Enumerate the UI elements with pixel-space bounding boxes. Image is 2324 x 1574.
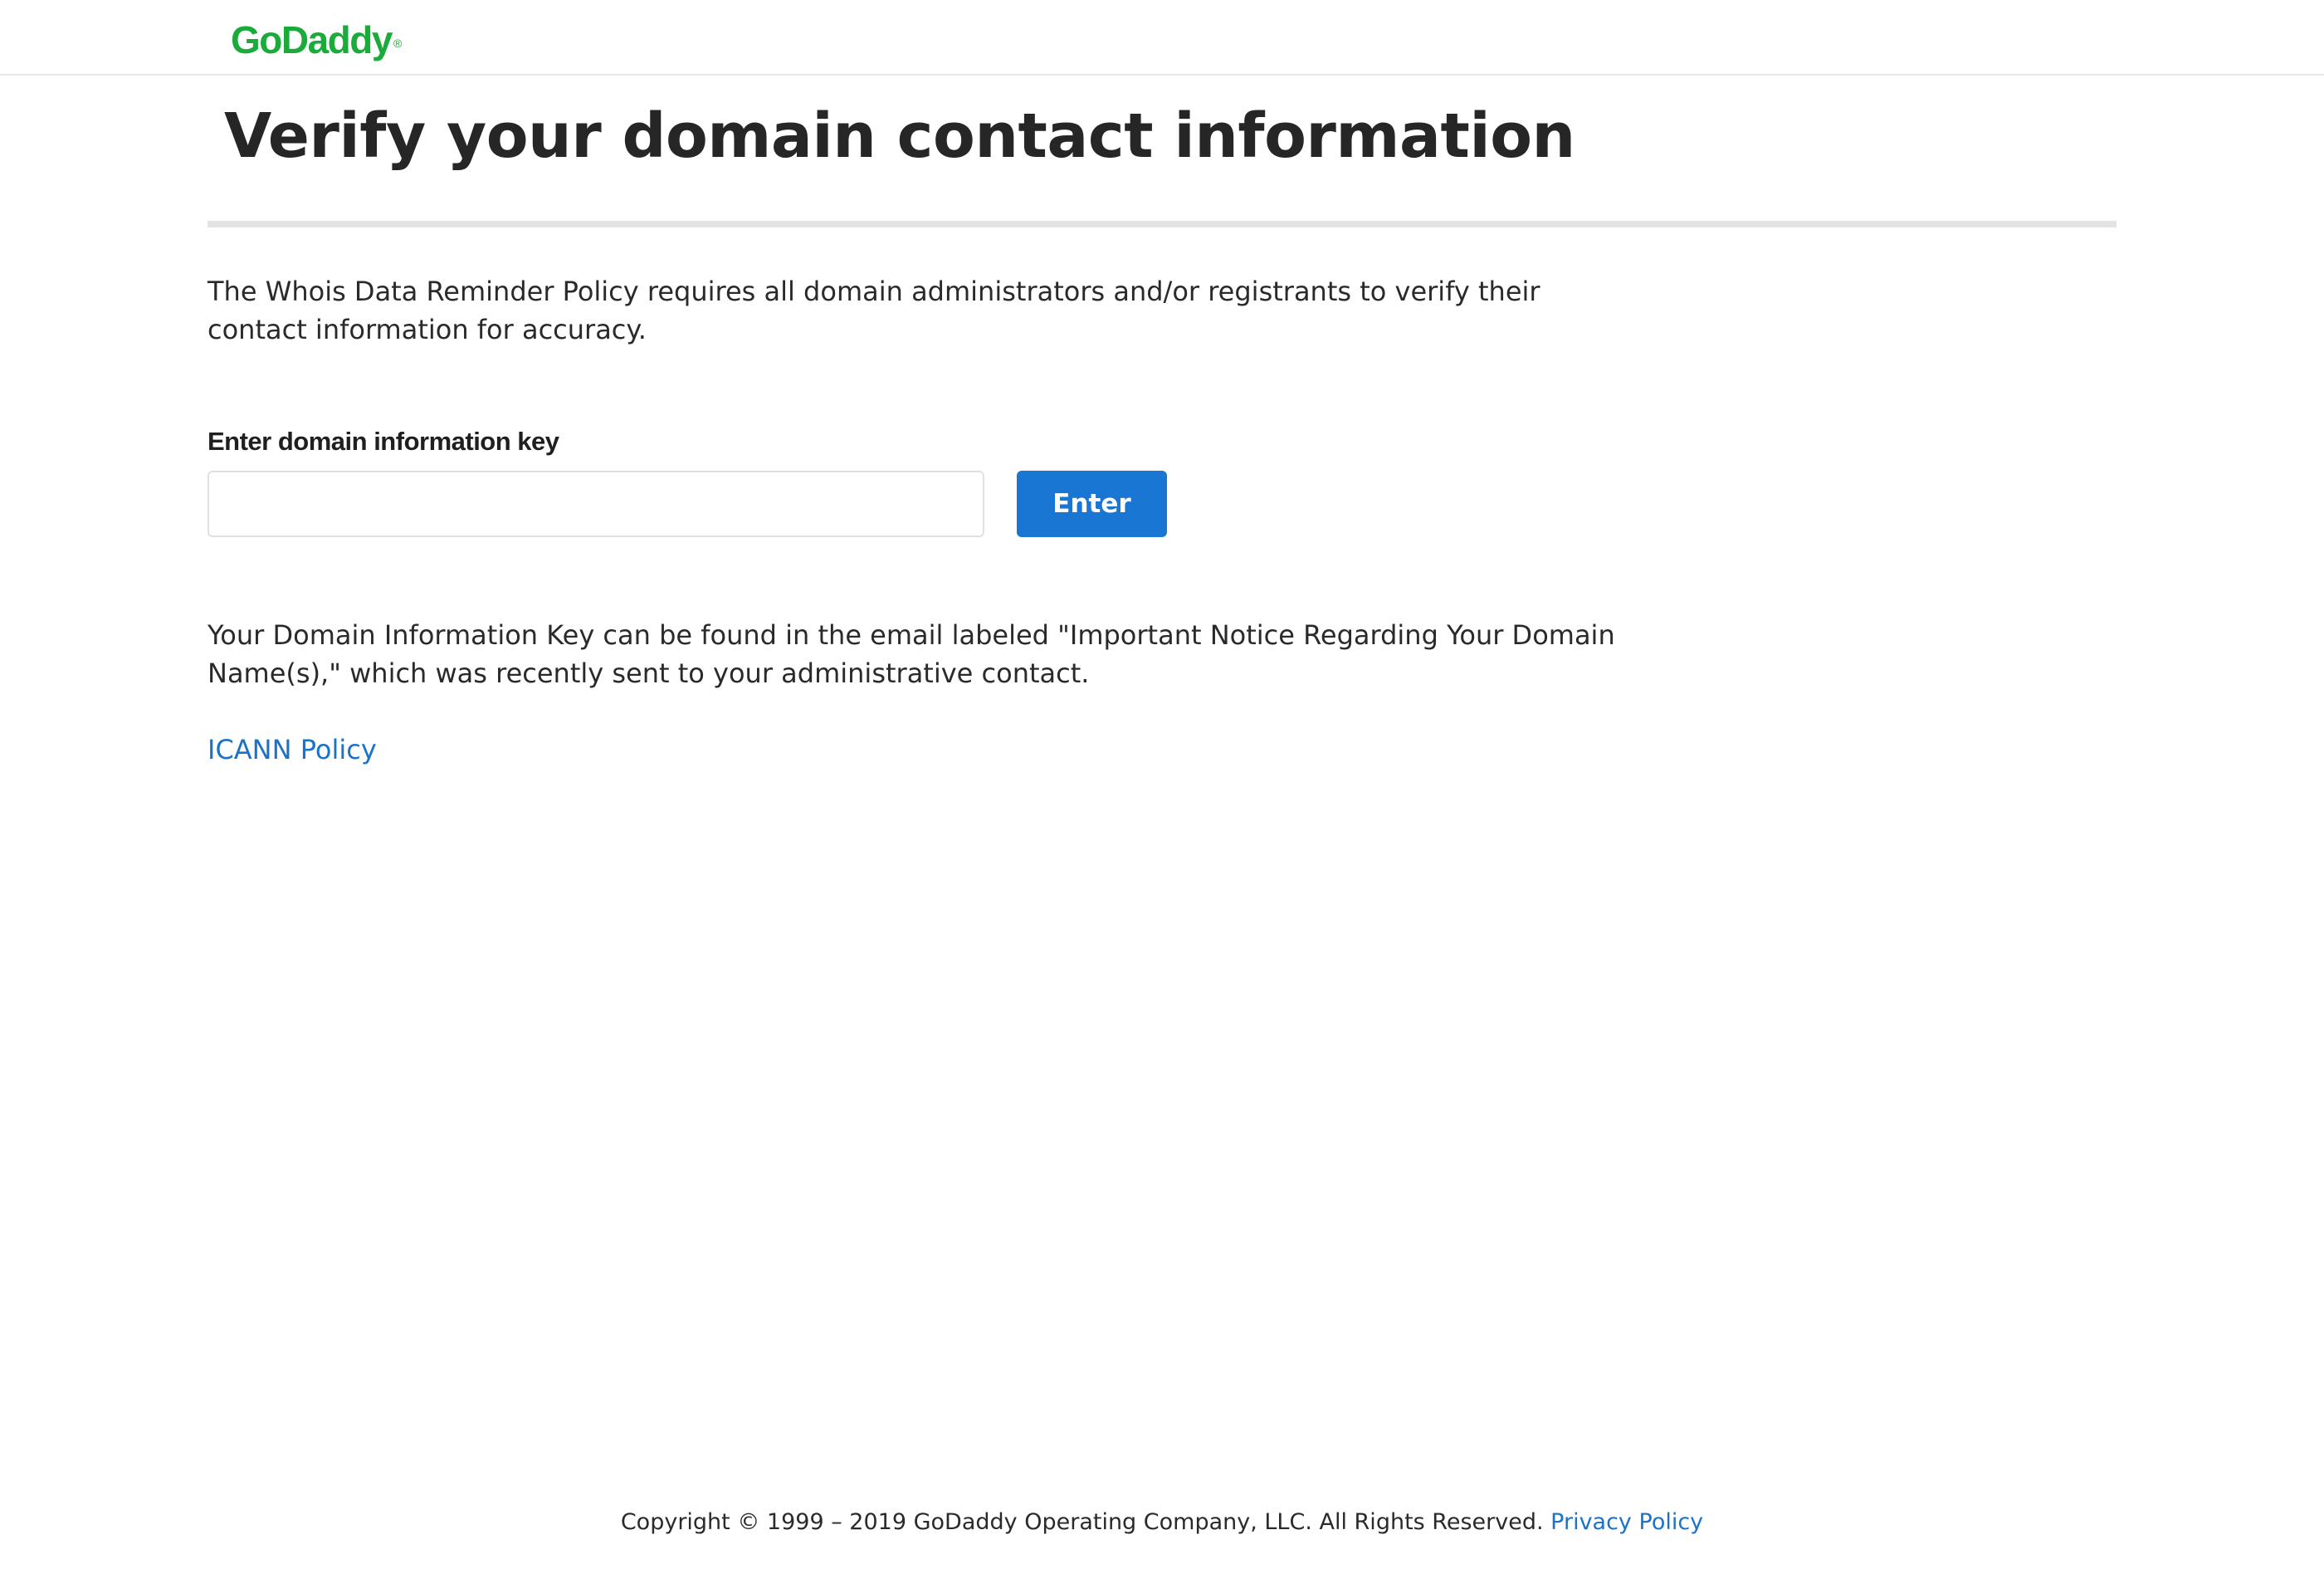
enter-button[interactable]: Enter	[1017, 471, 1167, 537]
copyright-text: Copyright © 1999 – 2019 GoDaddy Operatin…	[620, 1509, 1544, 1535]
footer: Copyright © 1999 – 2019 GoDaddy Operatin…	[0, 1506, 2324, 1539]
key-help-text: Your Domain Information Key can be found…	[208, 619, 1615, 689]
privacy-policy-link[interactable]: Privacy Policy	[1550, 1509, 1703, 1535]
title-divider	[208, 221, 2116, 227]
site-header: GoDaddy ®	[0, 0, 2324, 76]
godaddy-logo[interactable]: GoDaddy ®	[231, 17, 402, 63]
registered-mark: ®	[393, 37, 403, 50]
logo-text: GoDaddy	[231, 18, 393, 61]
icann-policy-link[interactable]: ICANN Policy	[208, 731, 377, 769]
domain-key-input[interactable]	[208, 471, 984, 537]
policy-intro-text: The Whois Data Reminder Policy requires …	[208, 276, 1540, 345]
domain-key-label: Enter domain information key	[208, 427, 559, 456]
page-title: Verify your domain contact information	[224, 100, 1575, 172]
